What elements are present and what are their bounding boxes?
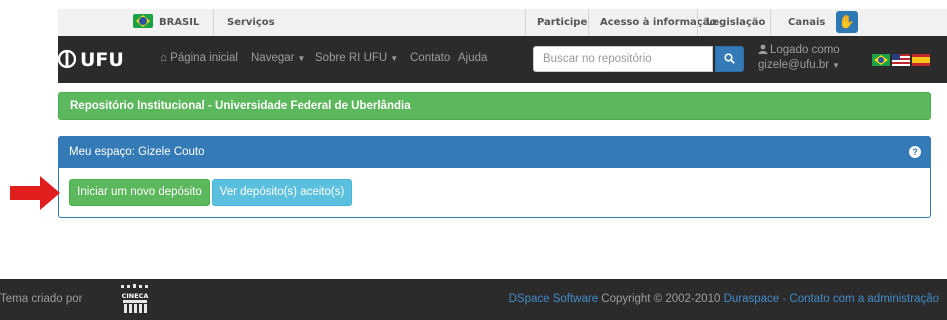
accessibility-icon[interactable]: ✋ xyxy=(836,11,858,33)
user-menu-dropdown[interactable]: Logado como gizele@ufu.br ▼ xyxy=(758,43,852,79)
brazil-flag-icon xyxy=(133,14,153,28)
gov-bar: BRASIL Serviços Participe Acesso à infor… xyxy=(0,0,947,37)
nav-home-label: Página inicial xyxy=(170,52,238,64)
repository-banner: Repositório Institucional - Universidade… xyxy=(58,92,931,120)
nav-about-label: Sobre RI UFU xyxy=(315,52,388,64)
search-icon xyxy=(724,53,735,64)
duraspace-link[interactable]: Duraspace xyxy=(724,293,780,305)
gov-services-link[interactable]: Serviços xyxy=(227,9,275,36)
nav-about-dropdown[interactable]: Sobre RI UFU ▼ xyxy=(315,36,398,83)
language-en-flag-icon[interactable] xyxy=(892,54,910,66)
view-accepted-deposits-button[interactable]: Ver depósito(s) aceito(s) xyxy=(212,179,352,206)
brand-logo[interactable]: UFU xyxy=(58,42,124,78)
language-pt-flag-icon[interactable] xyxy=(872,54,890,66)
home-icon: ⌂ xyxy=(160,52,167,64)
divider xyxy=(588,9,589,36)
copyright-text: Copyright © 2002-2010 xyxy=(598,293,724,305)
cineca-logo-icon[interactable]: CINECA xyxy=(119,284,151,314)
cineca-logo-text: CINECA xyxy=(122,292,149,300)
nav-browse-dropdown[interactable]: Navegar ▼ xyxy=(251,36,305,83)
divider xyxy=(213,9,214,36)
footer: Tema criado por CINECA DSpace Software C… xyxy=(0,279,947,320)
help-icon[interactable]: ? xyxy=(909,146,921,158)
search-input[interactable] xyxy=(533,46,713,72)
panel-title: Meu espaço: Gizele Couto xyxy=(69,146,205,158)
language-es-flag-icon[interactable] xyxy=(912,54,930,66)
panel-heading: Meu espaço: Gizele Couto ? xyxy=(59,137,930,168)
footer-separator: - xyxy=(779,293,790,305)
gov-brasil-link[interactable]: BRASIL xyxy=(159,9,199,36)
user-logged-label: Logado como xyxy=(770,44,840,56)
dspace-link[interactable]: DSpace Software xyxy=(509,293,599,305)
main-navbar: UFU ⌂ Página inicial Navegar ▼ Sobre RI U… xyxy=(58,36,947,83)
gov-link-participe[interactable]: Participe xyxy=(537,9,587,36)
nav-contact[interactable]: Contato xyxy=(410,36,450,83)
caret-down-icon: ▼ xyxy=(297,54,306,63)
caret-down-icon: ▼ xyxy=(390,54,399,63)
nav-home[interactable]: ⌂ Página inicial xyxy=(160,36,238,83)
footer-theme-text: Tema criado por xyxy=(0,293,83,305)
search-button[interactable] xyxy=(715,46,744,72)
annotation-arrow-icon xyxy=(10,176,60,210)
brand-text: UFU xyxy=(80,49,124,71)
user-email: gizele@ufu.br xyxy=(758,59,830,71)
footer-copyright: DSpace Software Copyright © 2002-2010 Du… xyxy=(509,279,939,320)
nav-help[interactable]: Ajuda xyxy=(458,36,487,83)
user-icon xyxy=(758,44,768,54)
caret-down-icon: ▼ xyxy=(832,61,841,70)
new-deposit-button[interactable]: Iniciar um novo depósito xyxy=(69,179,210,206)
contact-admin-link[interactable]: Contato com a administração xyxy=(789,293,939,305)
divider xyxy=(525,9,526,36)
divider xyxy=(697,9,698,36)
my-space-panel: Meu espaço: Gizele Couto ? Iniciar um no… xyxy=(58,136,931,218)
ufu-logo-icon xyxy=(58,50,76,68)
gov-link-legislacao[interactable]: Legislação xyxy=(706,9,765,36)
nav-browse-label: Navegar xyxy=(251,52,295,64)
footer-theme-credit: Tema criado por xyxy=(0,279,82,320)
divider xyxy=(770,9,771,36)
gov-link-canais[interactable]: Canais xyxy=(788,9,825,36)
gov-link-acesso-informacao[interactable]: Acesso à informação xyxy=(600,9,716,36)
